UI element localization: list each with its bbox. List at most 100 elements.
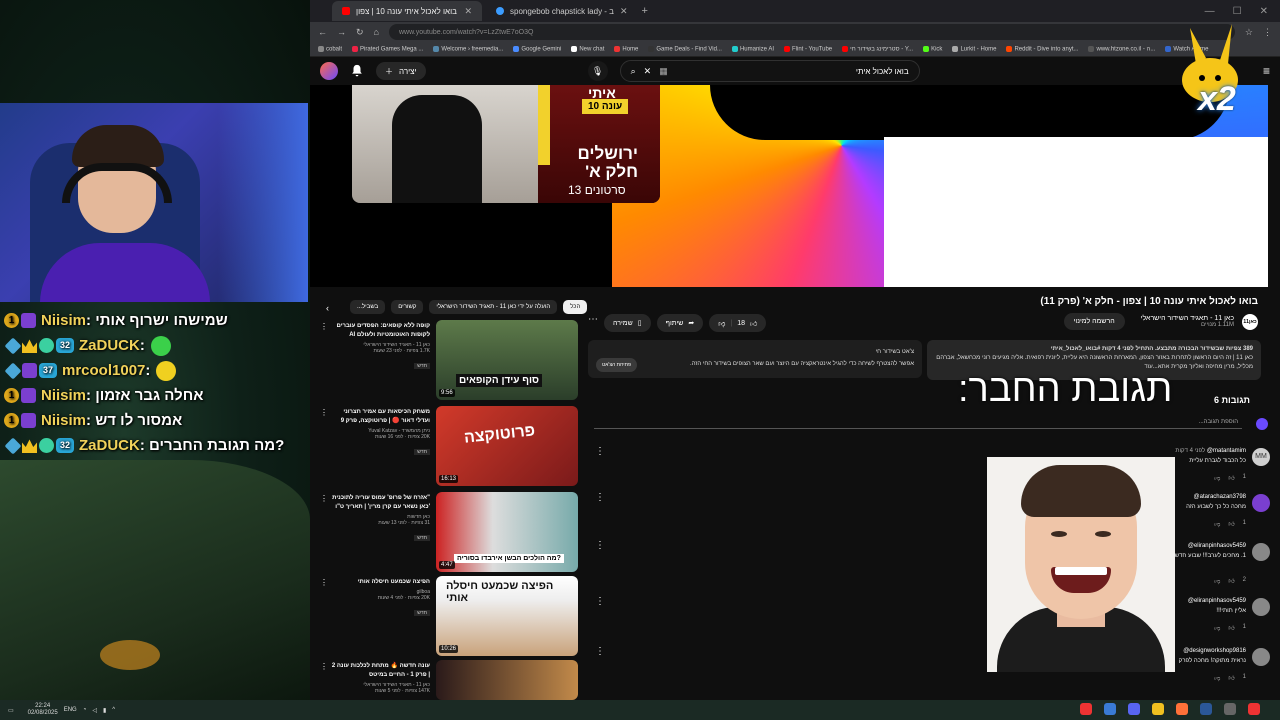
folder-icon[interactable]	[1152, 703, 1164, 715]
video-more-icon[interactable]: ⋮	[320, 662, 328, 671]
open-chat-button[interactable]: פתיחת הצ'אט	[596, 358, 638, 372]
dislike-icon[interactable]: 👎︎	[1214, 520, 1220, 528]
dislike-icon[interactable]: 👎︎	[1214, 474, 1220, 482]
discord-icon[interactable]	[1128, 703, 1140, 715]
app-icon[interactable]	[1200, 703, 1212, 715]
volume-icon[interactable]: ◁	[92, 707, 97, 714]
like-icon[interactable]: 👍︎	[1228, 624, 1234, 632]
video-thumbnail[interactable]: סוף עידן הקופאים 9:56	[436, 320, 578, 400]
app-icon[interactable]	[1224, 703, 1236, 715]
dislike-icon[interactable]: 👎︎	[1214, 577, 1220, 585]
tray-chevron-icon[interactable]: ^	[112, 707, 115, 713]
video-more-icon[interactable]: ⋮	[320, 408, 328, 417]
voice-search-mic-icon[interactable]: 🎙	[587, 61, 608, 81]
tab-close-icon[interactable]: ✕	[464, 6, 472, 17]
minimize-icon[interactable]: —	[1205, 6, 1215, 17]
bookmark-item[interactable]: Kick	[923, 45, 942, 52]
browser-menu-icon[interactable]: ⋮	[1263, 27, 1272, 38]
forward-icon[interactable]: →	[337, 27, 346, 37]
channel-avatar[interactable]: כאן11	[1242, 313, 1258, 330]
system-clock[interactable]: 22:24 02/08/2025	[28, 703, 58, 717]
comment-avatar[interactable]: MM	[1252, 448, 1270, 466]
bookmark-item[interactable]: Home	[614, 45, 638, 52]
related-video-item[interactable]: פרוטוקצה 16:13 משחק הכיסאות עם אמיר חצרו…	[320, 406, 580, 488]
search-icon[interactable]: ⌕	[631, 66, 636, 77]
bookmark-item[interactable]: Humanize AI	[731, 45, 774, 52]
create-button[interactable]: ＋ יצירה	[376, 62, 426, 80]
filter-chip-for-you[interactable]: בשביל...	[350, 300, 386, 314]
app-icon[interactable]	[1080, 703, 1092, 715]
tab-youtube-video[interactable]: בואו לאכול איתי עונה 10 | צפון ✕	[332, 1, 482, 21]
account-avatar[interactable]	[320, 62, 338, 80]
like-icon[interactable]: 👍︎	[1228, 474, 1234, 482]
comment-avatar[interactable]	[1252, 543, 1270, 561]
bookmark-item[interactable]: Flint - YouTube	[784, 45, 832, 52]
video-thumbnail[interactable]: מה הולכים הבשן אירבדו בסוריה? 4:47	[436, 492, 578, 572]
home-icon[interactable]: ⌂	[374, 27, 379, 37]
like-icon[interactable]: 👍︎	[750, 319, 757, 328]
subscribe-button[interactable]: הרשמה למינוי	[1063, 313, 1125, 330]
comment-more-icon[interactable]: ⋮	[595, 446, 605, 457]
search-input[interactable]: ⌕ ✕ ▦ בואו לאכול איתי	[619, 60, 920, 82]
comment-more-icon[interactable]: ⋮	[595, 646, 605, 657]
channel-name[interactable]: כאן 11 - תאגיד השידור הישראלי	[1141, 315, 1234, 322]
firefox-icon[interactable]	[1176, 703, 1188, 715]
bookmark-item[interactable]: סטרימינג בשידור חי - Y...	[842, 45, 913, 52]
comment-more-icon[interactable]: ⋮	[595, 540, 605, 551]
battery-icon[interactable]: ▮	[103, 707, 106, 714]
video-thumbnail[interactable]: הפיצה שכמעט חיסלה אותי 10:26	[436, 576, 578, 656]
related-video-item[interactable]: עונה חדשה 🔥 מתחת לכלכות עונה 2 | פרק 1 -…	[320, 660, 580, 700]
comment-user[interactable]: designworkshop9816@	[1183, 648, 1246, 654]
share-button[interactable]: שיתוף ➦	[656, 314, 704, 332]
comment-user[interactable]: atarachazan3798@	[1194, 494, 1246, 500]
clear-search-icon[interactable]: ✕	[644, 66, 652, 77]
chat-username[interactable]: ZaDUCK	[79, 337, 140, 354]
bookmark-item[interactable]: Google Gemini	[513, 45, 561, 52]
language-indicator[interactable]: ENG	[64, 707, 77, 713]
related-video-item[interactable]: סוף עידן הקופאים 9:56 קופה ללא קופאים: ה…	[320, 320, 580, 402]
video-player[interactable]: עונה 10 איתי ירושלים חלק א' 13 סרטונים	[310, 85, 1268, 287]
video-more-icon[interactable]: ⋮	[320, 494, 328, 503]
like-icon[interactable]: 👍︎	[1228, 577, 1234, 585]
comment-user[interactable]: matantamim@ לפני 4 דקות	[1175, 448, 1246, 454]
keyboard-icon[interactable]: ▦	[659, 66, 668, 77]
comment-more-icon[interactable]: ⋮	[595, 596, 605, 607]
comment-user[interactable]: eliranpinhasov5459@	[1188, 543, 1246, 549]
notifications-bell-icon[interactable]	[350, 64, 364, 78]
bookmark-item[interactable]: New chat	[571, 45, 604, 52]
video-thumbnail[interactable]: פרוטוקצה 16:13	[436, 406, 578, 486]
add-comment-input[interactable]: הוספת תגובה...	[594, 419, 1242, 429]
related-video-item[interactable]: מה הולכים הבשן אירבדו בסוריה? 4:47 "אזרח…	[320, 492, 580, 574]
hamburger-menu-icon[interactable]: ≡	[1263, 64, 1270, 78]
bookmark-item[interactable]: www.htzone.co.il - ה...	[1088, 45, 1155, 52]
like-icon[interactable]: 👍︎	[1228, 520, 1234, 528]
bookmark-item[interactable]: Game Deals - Find Vid...	[648, 45, 722, 52]
bookmark-item[interactable]: cobalt	[318, 45, 342, 52]
playlist-card[interactable]: עונה 10 איתי ירושלים חלק א' 13 סרטונים	[352, 85, 660, 203]
filter-chip-related[interactable]: קשורים	[391, 300, 424, 314]
more-actions-icon[interactable]: ⋯	[588, 314, 598, 332]
comment-more-icon[interactable]: ⋮	[595, 492, 605, 503]
chevron-left-icon[interactable]: ‹	[326, 303, 329, 313]
filter-chip-channel[interactable]: הועלה על ידי כאן 11 - תאגיד השידור הישרא…	[429, 300, 558, 314]
bookmark-item[interactable]: Lurkit - Home	[952, 45, 996, 52]
video-thumbnail[interactable]	[436, 660, 578, 700]
related-video-item[interactable]: הפיצה שכמעט חיסלה אותי 10:26 הפיצה שכמעט…	[320, 576, 580, 658]
new-tab-icon[interactable]: +	[642, 5, 648, 17]
chat-username[interactable]: Niisim	[41, 412, 86, 429]
comment-avatar[interactable]	[1252, 598, 1270, 616]
chat-username[interactable]: ZaDUCK	[79, 437, 140, 454]
tab-close-icon[interactable]: ✕	[620, 6, 628, 17]
tab-search[interactable]: spongebob chapstick lady - ב ✕	[486, 1, 638, 21]
video-more-icon[interactable]: ⋮	[320, 322, 328, 331]
bookmark-item[interactable]: Welcome › freemedia...	[433, 45, 503, 52]
comment-avatar[interactable]	[1252, 648, 1270, 666]
wifi-icon[interactable]: ◔	[83, 707, 87, 713]
maximize-icon[interactable]: ☐	[1233, 6, 1242, 17]
like-icon[interactable]: 👍︎	[1228, 674, 1234, 682]
chat-username[interactable]: mrcool1007	[62, 362, 145, 379]
bookmark-item[interactable]: Pirated Games Mega ...	[352, 45, 423, 52]
comment-user[interactable]: eliranpinhasov5459@	[1188, 598, 1246, 604]
chat-username[interactable]: Niisim	[41, 312, 86, 329]
dislike-icon[interactable]: 👎︎	[1214, 674, 1220, 682]
